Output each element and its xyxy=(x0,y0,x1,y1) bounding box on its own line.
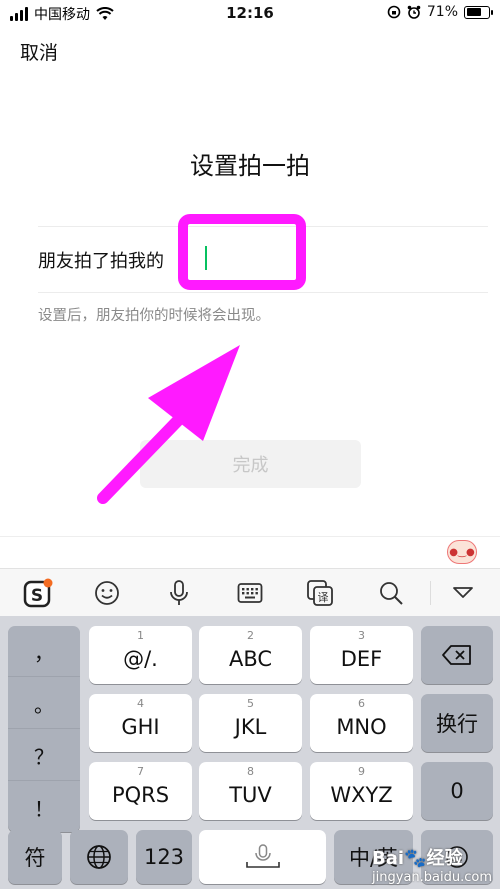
translate-glyph: 译 xyxy=(318,591,329,604)
key-6[interactable]: 6 MNO xyxy=(310,694,413,752)
punct-exclaim-key[interactable]: ！ xyxy=(8,782,80,832)
key-0[interactable]: 0 xyxy=(421,762,493,820)
backspace-key[interactable] xyxy=(421,626,493,684)
key-number: 2 xyxy=(247,629,254,642)
key-3[interactable]: 3 DEF xyxy=(310,626,413,684)
key-number: 9 xyxy=(358,765,365,778)
keyboard-separator xyxy=(0,536,500,537)
globe-key[interactable] xyxy=(70,830,128,884)
sogou-logo-icon[interactable]: S xyxy=(20,577,56,609)
key-label: JKL xyxy=(234,715,267,739)
watermark-brand: Bai xyxy=(372,848,405,869)
key-number: 8 xyxy=(247,765,254,778)
key-number: 5 xyxy=(247,697,254,710)
collapse-icon[interactable] xyxy=(445,577,481,609)
punct-question-key[interactable]: ？ xyxy=(8,730,80,781)
annotation-arrow-icon xyxy=(97,345,240,504)
ime-mascot-icon[interactable]: ●‿● xyxy=(447,540,477,564)
punct-period-key[interactable]: 。 xyxy=(8,678,80,729)
punct-comma-key[interactable]: ， xyxy=(8,626,80,677)
globe-icon xyxy=(87,845,111,869)
watermark-url: jingyan.baidu.com xyxy=(372,870,492,885)
key-2[interactable]: 2 ABC xyxy=(199,626,302,684)
ime-toolbar: S 译 xyxy=(0,568,500,616)
key-label: MNO xyxy=(336,715,387,739)
key-label: DEF xyxy=(340,647,383,671)
toolbar-divider xyxy=(430,581,431,605)
space-key[interactable] xyxy=(199,830,326,884)
space-mic-icon xyxy=(245,844,280,868)
baidu-watermark: Bai🐾经验 jingyan.baidu.com xyxy=(372,844,492,885)
key-number: 6 xyxy=(358,697,365,710)
key-8[interactable]: 8 TUV xyxy=(199,762,302,820)
key-label: PQRS xyxy=(111,783,170,807)
key-9[interactable]: 9 WXYZ xyxy=(310,762,413,820)
watermark-brand2: 经验 xyxy=(426,848,463,869)
key-7[interactable]: 7 PQRS xyxy=(89,762,192,820)
emoji-icon[interactable] xyxy=(89,577,125,609)
backspace-icon xyxy=(442,645,471,665)
newline-key[interactable]: 换行 xyxy=(421,694,493,752)
key-label: ABC xyxy=(228,647,273,671)
microphone-icon[interactable] xyxy=(161,577,197,609)
svg-text:S: S xyxy=(31,586,43,606)
punctuation-column: ， 。 ？ ！ xyxy=(8,626,80,832)
key-number: 7 xyxy=(137,765,144,778)
search-icon[interactable] xyxy=(373,577,409,609)
keyboard: ， 。 ？ ！ 1 @/. 2 ABC 3 DEF 4 GHI 5 JKL 6 MNO 换行… xyxy=(0,616,500,889)
paw-icon: 🐾 xyxy=(404,848,427,869)
symbol-key[interactable]: 符 xyxy=(8,830,62,884)
key-number: 3 xyxy=(358,629,365,642)
key-number: 1 xyxy=(137,629,144,642)
key-number: 4 xyxy=(137,697,144,710)
num-switch-key[interactable]: 123 xyxy=(136,830,192,884)
key-label: @/. xyxy=(123,647,158,671)
key-label: GHI xyxy=(121,715,160,739)
key-5[interactable]: 5 JKL xyxy=(199,694,302,752)
key-label: TUV xyxy=(229,783,272,807)
keyboard-icon[interactable] xyxy=(232,577,268,609)
key-label: WXYZ xyxy=(330,783,393,807)
key-4[interactable]: 4 GHI xyxy=(89,694,192,752)
key-1[interactable]: 1 @/. xyxy=(89,626,192,684)
translate-icon[interactable]: 译 xyxy=(302,577,338,609)
